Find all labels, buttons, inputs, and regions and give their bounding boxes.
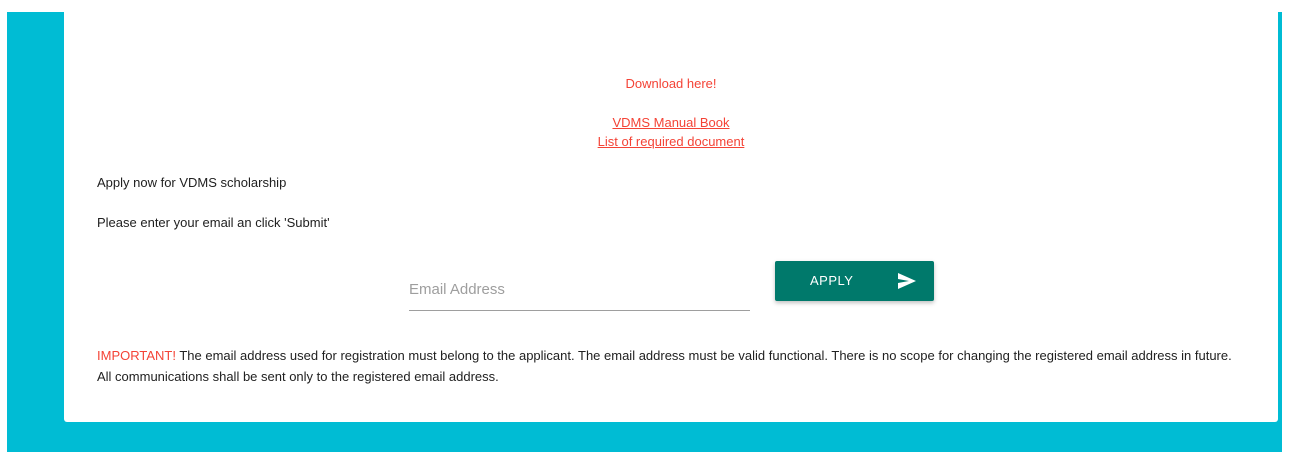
manual-book-link[interactable]: VDMS Manual Book [612, 115, 729, 130]
page-background: Download here! VDMS Manual Book List of … [7, 12, 1282, 452]
apply-heading: Apply now for VDMS scholarship [97, 175, 287, 190]
download-title: Download here! [625, 76, 717, 91]
apply-button-label: APPLY [810, 273, 854, 288]
email-input[interactable] [409, 268, 750, 311]
required-document-link[interactable]: List of required document [598, 134, 745, 149]
important-label: IMPORTANT! [97, 348, 176, 363]
apply-button[interactable]: APPLY [775, 261, 934, 301]
apply-instruction: Please enter your email an click 'Submit… [97, 215, 330, 230]
notice-text: The email address used for registration … [97, 348, 1232, 384]
send-icon [898, 273, 916, 289]
download-links: VDMS Manual Book List of required docume… [64, 113, 1278, 151]
application-card: Download here! VDMS Manual Book List of … [64, 12, 1278, 422]
important-notice: IMPORTANT! The email address used for re… [97, 345, 1237, 387]
